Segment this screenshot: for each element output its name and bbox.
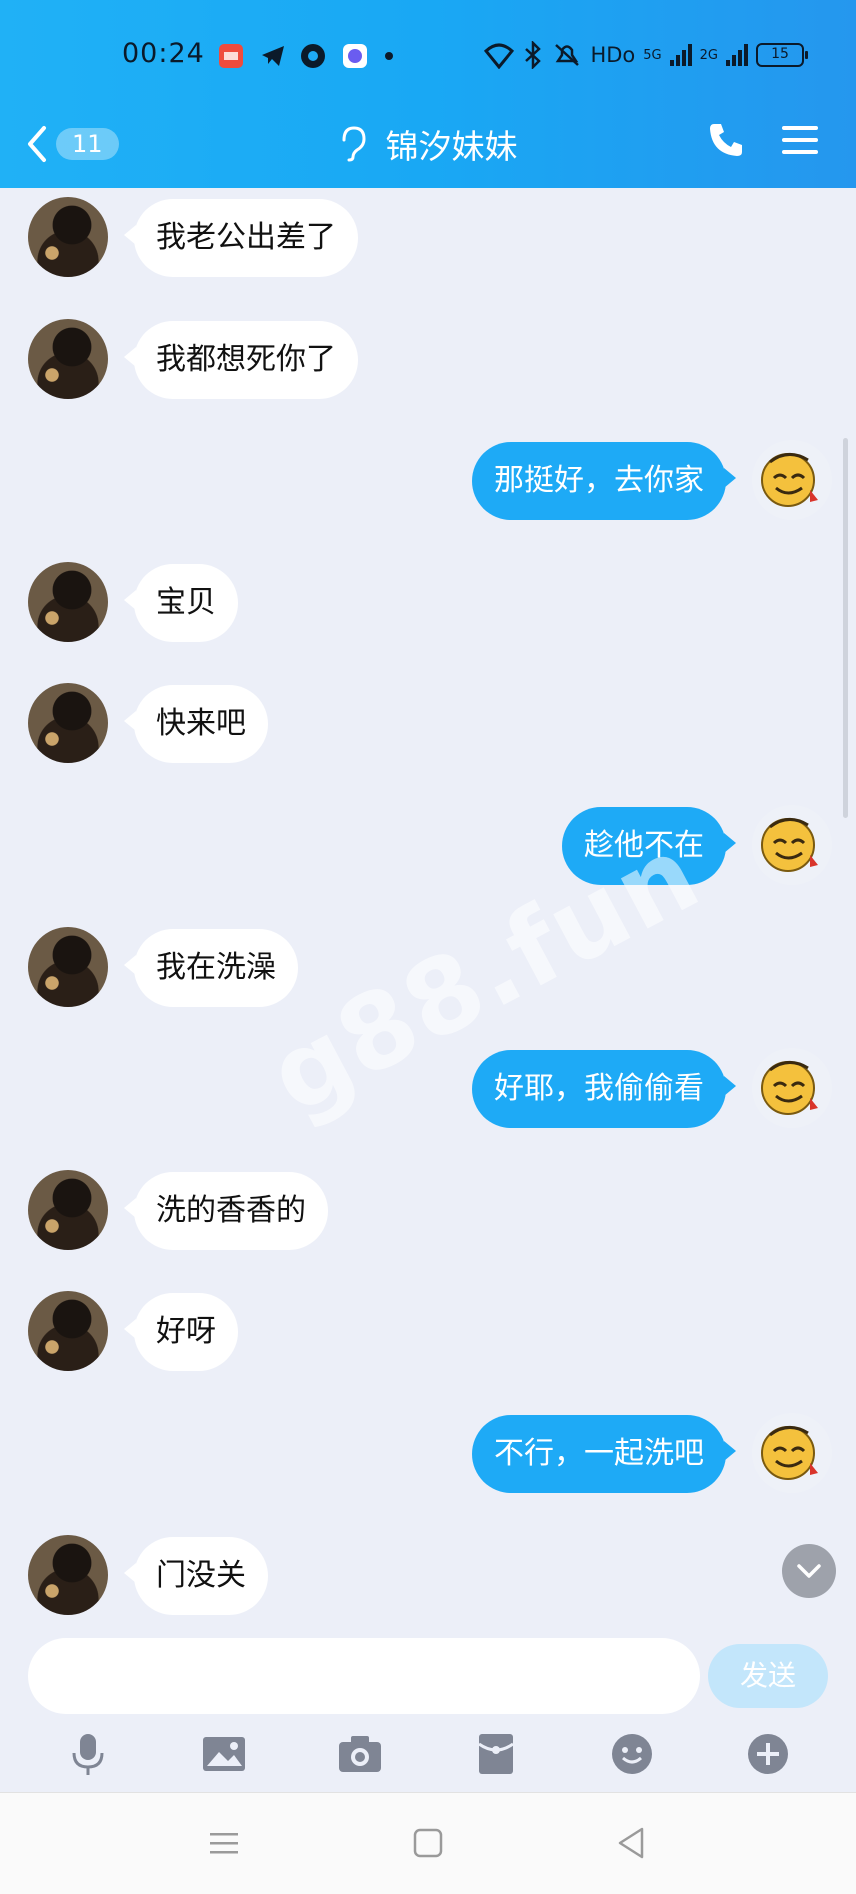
incoming-message: 门没关: [0, 1534, 856, 1616]
send-button[interactable]: 发送: [708, 1644, 828, 1708]
incoming-message: 宝贝: [0, 561, 856, 646]
incoming-message: 快来吧: [0, 683, 856, 767]
chevron-down-icon: [797, 1564, 821, 1578]
chrome-icon: [301, 44, 325, 68]
message-bubble[interactable]: 我在洗澡: [124, 928, 298, 1007]
status-indicators: HDo 5G 2G 15: [484, 40, 808, 70]
message-bubble[interactable]: 我都想死你了: [124, 320, 358, 399]
contact-avatar[interactable]: [28, 318, 108, 399]
message-bubble[interactable]: 宝贝: [124, 563, 238, 642]
my-avatar[interactable]: [752, 805, 832, 885]
message-bubble[interactable]: 洗的香香的: [124, 1171, 328, 1250]
message-bubble[interactable]: 那挺好，去你家: [472, 442, 736, 521]
contact-avatar[interactable]: [28, 683, 108, 764]
message-input[interactable]: [28, 1638, 700, 1714]
signal-bars-1-icon: [669, 44, 692, 66]
bluetooth-icon: [525, 41, 542, 69]
system-navigation-bar: [0, 1792, 856, 1894]
message-bubble[interactable]: 门没关: [124, 1536, 268, 1615]
hd-label: HDo: [590, 43, 636, 67]
contact-avatar[interactable]: [28, 561, 108, 642]
incoming-message: 我老公出差了: [0, 197, 856, 281]
incoming-message: 好呀: [0, 1291, 856, 1375]
contact-avatar[interactable]: [28, 1534, 108, 1615]
my-avatar[interactable]: [752, 440, 832, 521]
microphone-icon[interactable]: [65, 1731, 111, 1777]
more-notifications-icon: [385, 52, 393, 60]
page-title: 锦汐妹妹: [385, 127, 518, 166]
incoming-message: 我在洗澡: [0, 926, 856, 1011]
composer-toolbar: [0, 1716, 856, 1792]
app-notification-icon: [219, 44, 243, 68]
status-bar: 00:24 HDo 5G 2G 15: [0, 0, 856, 110]
composer: 发送: [0, 1616, 856, 1716]
status-time: 00:24: [122, 38, 205, 69]
signal-bars-2-icon: [726, 44, 748, 66]
menu-icon[interactable]: [780, 120, 820, 160]
contact-avatar[interactable]: [28, 1169, 108, 1250]
outgoing-message: 不行，一起洗吧: [0, 1413, 856, 1497]
recent-apps-icon[interactable]: [204, 1823, 244, 1863]
image-icon[interactable]: [201, 1731, 247, 1777]
incoming-message: 我都想死你了: [0, 318, 856, 403]
chat-nav-bar: 11 锦汐妹妹: [0, 110, 856, 188]
emoji-icon[interactable]: [609, 1731, 655, 1777]
plus-icon[interactable]: [745, 1731, 791, 1777]
battery-icon: 15: [756, 43, 808, 67]
message-bubble[interactable]: 不行，一起洗吧: [472, 1415, 736, 1493]
telegram-icon: [262, 46, 284, 66]
contact-avatar[interactable]: [28, 926, 108, 1007]
message-bubble[interactable]: 快来吧: [124, 685, 268, 764]
vpn-wifi-icon: [484, 43, 515, 69]
incoming-message: 洗的香香的: [0, 1169, 856, 1254]
outgoing-message: 趁他不在: [0, 805, 856, 889]
message-bubble[interactable]: 好耶，我偷偷看: [472, 1050, 736, 1129]
outgoing-message: 那挺好，去你家: [0, 440, 856, 524]
ear-icon: [342, 126, 366, 162]
my-avatar[interactable]: [752, 1048, 832, 1129]
assistant-app-icon: [343, 44, 367, 68]
message-list[interactable]: 我老公出差了 我都想死你了那挺好，去你家宝贝快来吧趁他不在我在洗澡好耶，我偷偷看洗…: [0, 188, 856, 1616]
silent-mode-icon: [555, 44, 580, 66]
contact-avatar[interactable]: [28, 197, 108, 277]
phone-icon[interactable]: [706, 120, 746, 160]
contact-avatar[interactable]: [28, 1291, 108, 1372]
back-nav-icon[interactable]: [612, 1823, 652, 1863]
message-bubble[interactable]: 趁他不在: [562, 807, 736, 885]
my-avatar[interactable]: [752, 1413, 832, 1493]
home-icon[interactable]: [408, 1823, 448, 1863]
camera-icon[interactable]: [337, 1731, 383, 1777]
red-packet-icon[interactable]: [473, 1731, 519, 1777]
chat-header: 00:24 HDo 5G 2G 15 11 锦汐妹妹: [0, 0, 856, 188]
signal-2-label: 2G: [699, 47, 718, 63]
message-bubble[interactable]: 好呀: [124, 1293, 238, 1372]
scroll-to-bottom-button[interactable]: [782, 1544, 836, 1598]
message-bubble[interactable]: 我老公出差了: [124, 199, 358, 277]
outgoing-message: 好耶，我偷偷看: [0, 1048, 856, 1132]
signal-1-label: 5G: [643, 47, 662, 63]
